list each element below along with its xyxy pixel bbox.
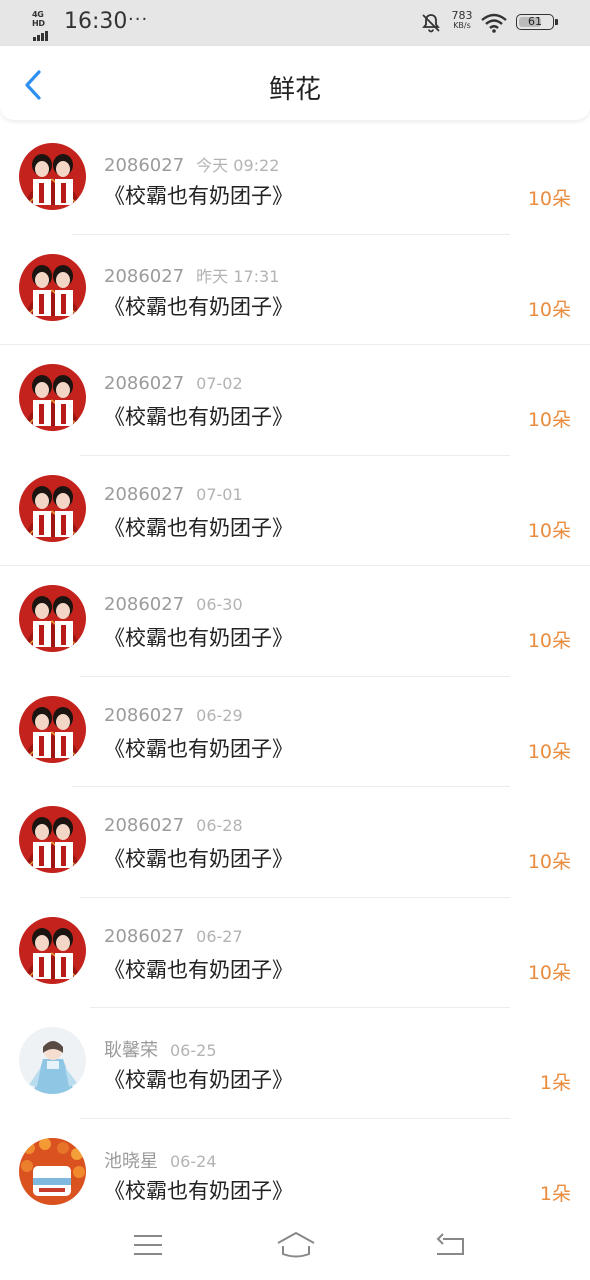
username[interactable]: 耿馨荣 (104, 1040, 158, 1061)
back-icon (436, 1233, 464, 1255)
record-date: 06-29 (196, 705, 243, 725)
record-meta: 2086027 06-28 (104, 815, 243, 836)
signal-icon: 4G HD (32, 10, 58, 41)
record-date: 07-01 (196, 484, 243, 504)
username[interactable]: 2086027 (104, 705, 184, 726)
avatar[interactable] (19, 1137, 86, 1205)
avatar[interactable] (19, 806, 86, 873)
wifi-icon (481, 13, 507, 33)
battery-icon: 61 (516, 14, 554, 30)
flower-count: 10朵 (527, 188, 571, 210)
book-title: 《校霸也有奶团子》 (104, 184, 293, 208)
book-title: 《校霸也有奶团子》 (104, 957, 293, 982)
flower-record-row[interactable]: 2086027 今天 09:22 《校霸也有奶团子》 10朵 (0, 124, 590, 235)
flower-record-row[interactable]: 2086027 06-27 《校霸也有奶团子》 10朵 (0, 898, 590, 1008)
flower-count: 1朵 (539, 1182, 571, 1205)
avatar[interactable] (19, 474, 86, 542)
flower-record-row[interactable]: 2086027 昨天 17:31 《校霸也有奶团子》 10朵 (0, 235, 590, 345)
system-back-button[interactable] (433, 1230, 467, 1260)
flower-list: 2086027 今天 09:22 《校霸也有奶团子》 10朵 2086027 昨天 17:… (0, 124, 590, 1229)
record-date: 06-24 (170, 1151, 217, 1171)
home-button[interactable] (275, 1230, 317, 1260)
flower-count: 10朵 (527, 409, 571, 431)
battery-tip (555, 19, 558, 25)
avatar[interactable] (19, 143, 86, 210)
avatar[interactable] (19, 253, 86, 321)
header: 鲜花 (0, 46, 590, 120)
flower-record-row[interactable]: 2086027 06-28 《校霸也有奶团子》 10朵 (0, 787, 590, 898)
page-title: 鲜花 (268, 75, 321, 105)
book-title: 《校霸也有奶团子》 (104, 626, 293, 650)
home-icon (277, 1232, 315, 1258)
record-meta: 2086027 06-29 (104, 705, 243, 726)
avatar[interactable] (19, 585, 86, 652)
avatar[interactable] (19, 695, 86, 763)
flower-record-row[interactable]: 耿馨荣 06-25 《校霸也有奶团子》 1朵 (0, 1008, 590, 1119)
bell-muted-icon (422, 14, 440, 33)
avatar[interactable] (19, 364, 86, 431)
book-title: 《校霸也有奶团子》 (104, 736, 293, 761)
flower-count: 10朵 (527, 961, 571, 984)
avatar[interactable] (19, 916, 86, 984)
record-date: 06-27 (196, 926, 243, 946)
record-date: 06-25 (170, 1041, 217, 1060)
record-meta: 2086027 06-30 (104, 594, 243, 615)
flower-count: 10朵 (527, 519, 571, 542)
more-notifications-indicator: ··· (128, 9, 149, 30)
flower-record-row[interactable]: 2086027 06-30 《校霸也有奶团子》 10朵 (0, 566, 590, 677)
system-navigation-bar (0, 1212, 590, 1280)
book-title: 《校霸也有奶团子》 (104, 405, 293, 429)
flower-count: 10朵 (527, 851, 571, 873)
record-meta: 池晓星 06-24 (104, 1147, 217, 1173)
battery-level: 61 (528, 15, 542, 28)
record-date: 今天 09:22 (196, 156, 280, 175)
clock: 16:30 (64, 9, 128, 34)
flower-record-row[interactable]: 2086027 07-01 《校霸也有奶团子》 10朵 (0, 456, 590, 566)
record-date: 昨天 17:31 (196, 266, 280, 286)
username[interactable]: 2086027 (104, 155, 184, 176)
flower-count: 10朵 (527, 298, 571, 321)
flower-count: 10朵 (527, 740, 571, 763)
record-date: 06-30 (196, 595, 243, 614)
record-meta: 2086027 06-27 (104, 926, 243, 947)
username[interactable]: 2086027 (104, 594, 184, 615)
record-date: 06-28 (196, 816, 243, 835)
username[interactable]: 池晓星 (104, 1151, 158, 1172)
flower-count: 1朵 (539, 1072, 571, 1094)
flower-record-row[interactable]: 2086027 06-29 《校霸也有奶团子》 10朵 (0, 677, 590, 787)
record-meta: 2086027 今天 09:22 (104, 152, 279, 176)
menu-icon (134, 1235, 162, 1255)
username[interactable]: 2086027 (104, 815, 184, 836)
book-title: 《校霸也有奶团子》 (104, 847, 293, 871)
record-meta: 2086027 昨天 17:31 (104, 263, 279, 287)
record-meta: 2086027 07-02 (104, 373, 243, 394)
username[interactable]: 2086027 (104, 373, 184, 394)
book-title: 《校霸也有奶团子》 (104, 1068, 293, 1092)
record-date: 07-02 (196, 374, 243, 393)
avatar[interactable] (19, 1027, 86, 1094)
record-meta: 2086027 07-01 (104, 484, 243, 505)
flower-count: 10朵 (527, 630, 571, 652)
record-meta: 耿馨荣 06-25 (104, 1036, 217, 1062)
status-bar: 4G HD 16:30 ··· 783 KB/s 61 (0, 0, 590, 46)
book-title: 《校霸也有奶团子》 (104, 1178, 293, 1203)
username[interactable]: 2086027 (104, 926, 184, 947)
username[interactable]: 2086027 (104, 266, 184, 287)
network-speed: 783 KB/s (451, 9, 473, 30)
book-title: 《校霸也有奶团子》 (104, 515, 293, 540)
flower-record-row[interactable]: 2086027 07-02 《校霸也有奶团子》 10朵 (0, 345, 590, 456)
book-title: 《校霸也有奶团子》 (104, 294, 293, 319)
username[interactable]: 2086027 (104, 484, 184, 505)
menu-button[interactable] (131, 1230, 165, 1260)
